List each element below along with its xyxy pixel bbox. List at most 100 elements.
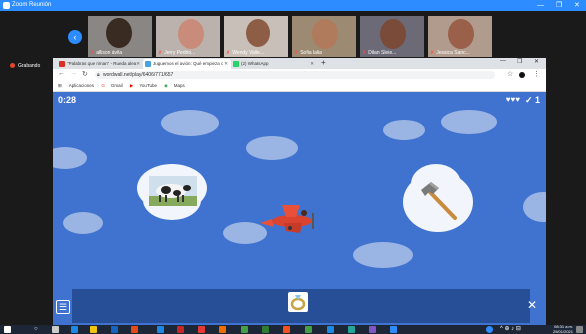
file-explorer-icon[interactable] — [90, 326, 97, 333]
edge-icon[interactable] — [71, 326, 78, 333]
close-tab-icon[interactable]: ✕ — [136, 59, 140, 69]
tray-icons[interactable]: ^ ⊕ ♪ ⊟ — [500, 325, 521, 332]
chrome-icon[interactable] — [131, 326, 138, 333]
participant-video — [448, 19, 474, 49]
app-icon[interactable] — [241, 326, 248, 333]
lock-icon: 🔒︎ — [97, 72, 100, 78]
answer-image-cow[interactable] — [149, 176, 197, 206]
close-tab-icon[interactable]: ✕ — [310, 59, 314, 69]
background-cloud — [441, 110, 497, 134]
timer: 0:28 — [58, 95, 77, 105]
start-icon[interactable] — [4, 326, 11, 333]
score-counter: ✓ 1 — [524, 95, 540, 105]
background-cloud — [53, 147, 87, 169]
whatsapp-icon[interactable] — [305, 326, 312, 333]
bookmarks-bar: ⊞ Aplicaciones G Gmail ▶ YouTube ◆ Maps — [53, 81, 546, 92]
game-area: 0:28 ♥♥♥ ✓ 1 ☰ ✕ — [53, 92, 546, 325]
bookmark-item[interactable]: Aplicaciones — [69, 83, 94, 88]
restore-button[interactable]: ❐ — [556, 0, 562, 11]
opera-icon[interactable] — [198, 326, 205, 333]
airplane-icon — [260, 205, 314, 233]
participant-video — [380, 19, 406, 49]
bookmark-item[interactable]: Gmail — [111, 83, 123, 88]
photoshop-icon[interactable] — [157, 326, 164, 333]
bookmark-item[interactable]: Maps — [174, 83, 185, 88]
background-cloud — [161, 110, 219, 136]
close-tab-icon[interactable]: ✕ — [224, 59, 228, 69]
profile-avatar[interactable] — [519, 72, 525, 78]
participant-tile[interactable]: ✗ Sofia lalia — [292, 16, 356, 57]
participant-tile[interactable]: ✗ Wendy Valle... — [224, 16, 288, 57]
participant-video — [106, 18, 132, 48]
app-icon[interactable] — [369, 326, 376, 333]
task-view-icon[interactable] — [52, 326, 59, 333]
bookmark-item[interactable]: YouTube — [139, 83, 157, 88]
participant-tile[interactable]: ✗ Jessica Sanc... — [428, 16, 492, 57]
participant-tile[interactable]: ✗ Dilan Sleie... — [360, 16, 424, 57]
ring-icon — [290, 295, 306, 311]
window-title: Zoom Reunión — [12, 2, 52, 8]
back-icon[interactable]: ← — [58, 70, 65, 77]
browser-tab[interactable]: (2) WhatsApp ✕ — [231, 59, 317, 69]
app-icon[interactable] — [327, 326, 334, 333]
lives-hearts: ♥♥♥ — [505, 95, 520, 104]
pdf-icon[interactable] — [177, 326, 184, 333]
participant-gallery: ‹ ✗ allison ávila ✗ Jerry Pedrio... ✗ Wendy… — [0, 11, 586, 58]
url-field[interactable]: 🔒︎ wordwall.net/play/6406/771/657 — [95, 71, 495, 79]
maps-icon: ◆ — [164, 83, 168, 88]
participant-tile[interactable]: ✗ Jerry Pedrio... — [156, 16, 220, 57]
system-clock[interactable]: 08:31 a.m. 25/01/2021 — [552, 324, 573, 334]
participant-video — [312, 19, 338, 49]
powerpoint-icon[interactable] — [283, 326, 290, 333]
gmail-icon: G — [101, 83, 105, 88]
new-tab-button[interactable]: + — [321, 58, 326, 67]
search-icon[interactable]: ○ — [34, 326, 41, 333]
tab-bar: "Palabras que riman" - Rueda alea ✕ Jugue… — [53, 58, 546, 69]
zoom-title-bar: Zoom Reunión — ❐ ✕ — [0, 0, 586, 11]
background-cloud — [353, 242, 413, 268]
background-cloud — [246, 136, 298, 160]
participant-tile[interactable]: ✗ allison ávila — [88, 16, 152, 57]
participant-name: ✗ Jerry Pedrio... — [158, 50, 196, 56]
answer-image-hammer[interactable] — [417, 180, 461, 224]
tab-favicon-icon — [233, 61, 239, 67]
cow-icon — [149, 184, 197, 206]
shared-browser-window: "Palabras que riman" - Rueda alea ✕ Jugue… — [53, 58, 546, 325]
windows-taskbar: ○ ^ ⊕ ♪ ⊟ 08:31 a.m. 25/01/2021 — [0, 324, 586, 334]
close-game-button[interactable]: ✕ — [527, 298, 537, 312]
youtube-icon: ▶ — [129, 83, 134, 88]
app-icon[interactable] — [348, 326, 355, 333]
excel-icon[interactable] — [262, 326, 269, 333]
browser-tab[interactable]: "Palabras que riman" - Rueda alea ✕ — [57, 59, 143, 69]
player-airplane[interactable] — [260, 197, 320, 235]
browser-minimize-button[interactable]: — — [500, 58, 506, 64]
browser-menu-icon[interactable]: ⋮ — [533, 70, 540, 78]
background-cloud — [523, 192, 546, 222]
hammer-icon — [421, 182, 457, 220]
participant-video — [178, 19, 204, 49]
close-window-button[interactable]: ✕ — [574, 0, 580, 11]
tab-favicon-icon — [59, 61, 65, 67]
clock-date: 25/01/2021 — [552, 328, 573, 334]
forward-icon[interactable]: → — [70, 70, 77, 77]
previous-page-button[interactable]: ‹ — [68, 30, 82, 44]
zoom-taskbar-icon[interactable] — [390, 326, 397, 333]
browser-restore-button[interactable]: ❐ — [517, 58, 522, 65]
bookmark-star-icon[interactable]: ☆ — [507, 70, 513, 78]
reload-icon[interactable]: ↻ — [82, 70, 88, 78]
record-dot-icon — [10, 63, 15, 69]
game-menu-button[interactable]: ☰ — [56, 300, 70, 314]
notifications-icon[interactable] — [576, 326, 583, 333]
browser-tab-active[interactable]: Juguemos el avión: Qué empieza c ✕ — [143, 59, 231, 69]
participant-name: ✗ Jessica Sanc... — [430, 50, 470, 56]
firefox-icon[interactable] — [219, 326, 226, 333]
browser-close-button[interactable]: ✕ — [534, 58, 539, 65]
background-cloud — [63, 212, 103, 234]
question-card-ring — [288, 292, 308, 312]
apps-icon[interactable]: ⊞ — [58, 83, 62, 88]
word-icon[interactable] — [111, 326, 118, 333]
participant-name: ✗ Sofia lalia — [294, 50, 322, 56]
account-icon[interactable] — [486, 326, 493, 333]
minimize-button[interactable]: — — [537, 0, 544, 11]
participant-name: ✗ Dilan Sleie... — [362, 50, 397, 56]
